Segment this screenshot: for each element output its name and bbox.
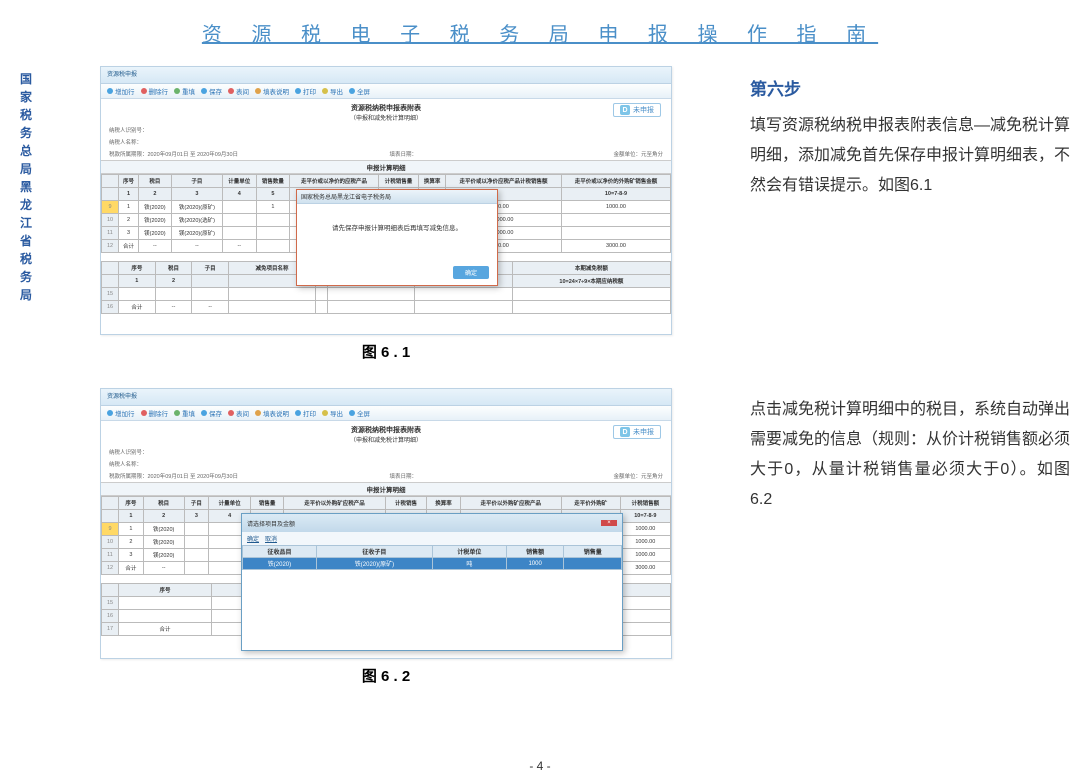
help-button[interactable]: 填表说明 xyxy=(255,408,289,418)
del-row-button[interactable]: 删除行 xyxy=(141,86,169,96)
popup-ok-button[interactable]: 确定 xyxy=(247,534,259,543)
print-button[interactable]: 打印 xyxy=(295,408,316,418)
form-title: 资源税纳税申报表附表 xyxy=(101,99,671,113)
popup-table[interactable]: 征收品目征收子目计税单位销售额销售量 铁(2020)铁(2020)(原矿)吨10… xyxy=(242,545,622,570)
status-badge: D未申报 xyxy=(613,425,661,439)
close-icon[interactable]: × xyxy=(601,520,617,526)
export-button[interactable]: 导出 xyxy=(322,408,343,418)
figure-6-1: 资源税申报 增加行 删除行 重填 保存 表间 填表说明 打印 导出 全屏 D未申… xyxy=(100,66,672,362)
section-1-header: 申报计算明细 xyxy=(101,160,671,174)
reset-button[interactable]: 重填 xyxy=(174,86,195,96)
help-button[interactable]: 填表说明 xyxy=(255,86,289,96)
add-row-button[interactable]: 增加行 xyxy=(107,86,135,96)
dialog-title: 国家税务总局黑龙江省电子税务局 xyxy=(297,190,497,204)
inter-table-button[interactable]: 表间 xyxy=(228,408,249,418)
print-button[interactable]: 打印 xyxy=(295,86,316,96)
period-info: 税款所属期限：2020年09月01日 至 2020年09月30日 填表日期： 金… xyxy=(101,470,671,482)
form-subtitle: （申报和减免税计算明细） xyxy=(101,435,671,444)
period-info: 税款所属期限：2020年09月01日 至 2020年09月30日 填表日期： 金… xyxy=(101,148,671,160)
step6-text-block-1: 第六步 填写资源税纳税申报表附表信息—减免税计算明细，添加减免首先保存申报计算明… xyxy=(750,75,1070,201)
popup-cancel-button[interactable]: 取消 xyxy=(265,534,277,543)
dialog-message: 请先保存申报计算明细表后再填写减免信息。 xyxy=(297,204,497,262)
screenshot-6-2: 资源税申报 增加行 删除行 重填 保存 表间 填表说明 打印 导出 全屏 D未申… xyxy=(100,388,672,659)
window-titlebar: 资源税申报 xyxy=(101,389,671,406)
table-row: 15 xyxy=(102,288,671,301)
page-number: - 4 - xyxy=(0,759,1080,773)
step-6-title: 第六步 xyxy=(750,75,1070,105)
step-6-paragraph-1: 填写资源税纳税申报表附表信息—减免税计算明细，添加减免首先保存申报计算明细表，不… xyxy=(750,111,1070,201)
item-selector-popup: 请选择项目及金额 × 确定 取消 征收品目征收子目计税单位销售额销售量 铁(20… xyxy=(241,513,623,651)
doc-title: 资 源 税 电 子 税 务 局 申 报 操 作 指 南 xyxy=(0,18,1080,47)
inter-table-button[interactable]: 表间 xyxy=(228,86,249,96)
form-title: 资源税纳税申报表附表 xyxy=(101,421,671,435)
org-vertical-label: 国家税 务总局 黑龙江 省税务 局 xyxy=(15,70,37,304)
window-titlebar: 资源税申报 xyxy=(101,67,671,84)
dialog-ok-button[interactable]: 确定 xyxy=(453,266,489,279)
toolbar: 增加行 删除行 重填 保存 表间 填表说明 打印 导出 全屏 xyxy=(101,84,671,99)
table-row: 16合计---- xyxy=(102,301,671,314)
save-button[interactable]: 保存 xyxy=(201,86,222,96)
fullscreen-button[interactable]: 全屏 xyxy=(349,86,370,96)
taxpayer-name-label: 纳税人名称： xyxy=(101,136,671,148)
screenshot-6-1: 资源税申报 增加行 删除行 重填 保存 表间 填表说明 打印 导出 全屏 D未申… xyxy=(100,66,672,335)
figure-6-2: 资源税申报 增加行 删除行 重填 保存 表间 填表说明 打印 导出 全屏 D未申… xyxy=(100,388,672,686)
form-subtitle: （申报和减免税计算明细） xyxy=(101,113,671,122)
popup-title: 请选择项目及金额 xyxy=(247,519,295,528)
toolbar: 增加行 删除行 重填 保存 表间 填表说明 打印 导出 全屏 xyxy=(101,406,671,421)
taxpayer-id-label: 纳税人识别号： xyxy=(101,446,671,458)
reset-button[interactable]: 重填 xyxy=(174,408,195,418)
figure-6-2-caption: 图 6 . 2 xyxy=(100,665,672,686)
del-row-button[interactable]: 删除行 xyxy=(141,408,169,418)
step6-text-block-2: 点击减免税计算明细中的税目，系统自动弹出需要减免的信息（规则：从价计税销售额必须… xyxy=(750,395,1070,515)
add-row-button[interactable]: 增加行 xyxy=(107,408,135,418)
fullscreen-button[interactable]: 全屏 xyxy=(349,408,370,418)
save-button[interactable]: 保存 xyxy=(201,408,222,418)
figure-6-1-caption: 图 6 . 1 xyxy=(100,341,672,362)
taxpayer-name-label: 纳税人名称： xyxy=(101,458,671,470)
section-1-header: 申报计算明细 xyxy=(101,482,671,496)
error-dialog: 国家税务总局黑龙江省电子税务局 请先保存申报计算明细表后再填写减免信息。 确定 xyxy=(296,189,498,286)
step-6-paragraph-2: 点击减免税计算明细中的税目，系统自动弹出需要减免的信息（规则：从价计税销售额必须… xyxy=(750,395,1070,515)
status-badge: D未申报 xyxy=(613,103,661,117)
popup-selected-row[interactable]: 铁(2020)铁(2020)(原矿)吨1000 xyxy=(243,558,622,570)
taxpayer-id-label: 纳税人识别号： xyxy=(101,124,671,136)
export-button[interactable]: 导出 xyxy=(322,86,343,96)
